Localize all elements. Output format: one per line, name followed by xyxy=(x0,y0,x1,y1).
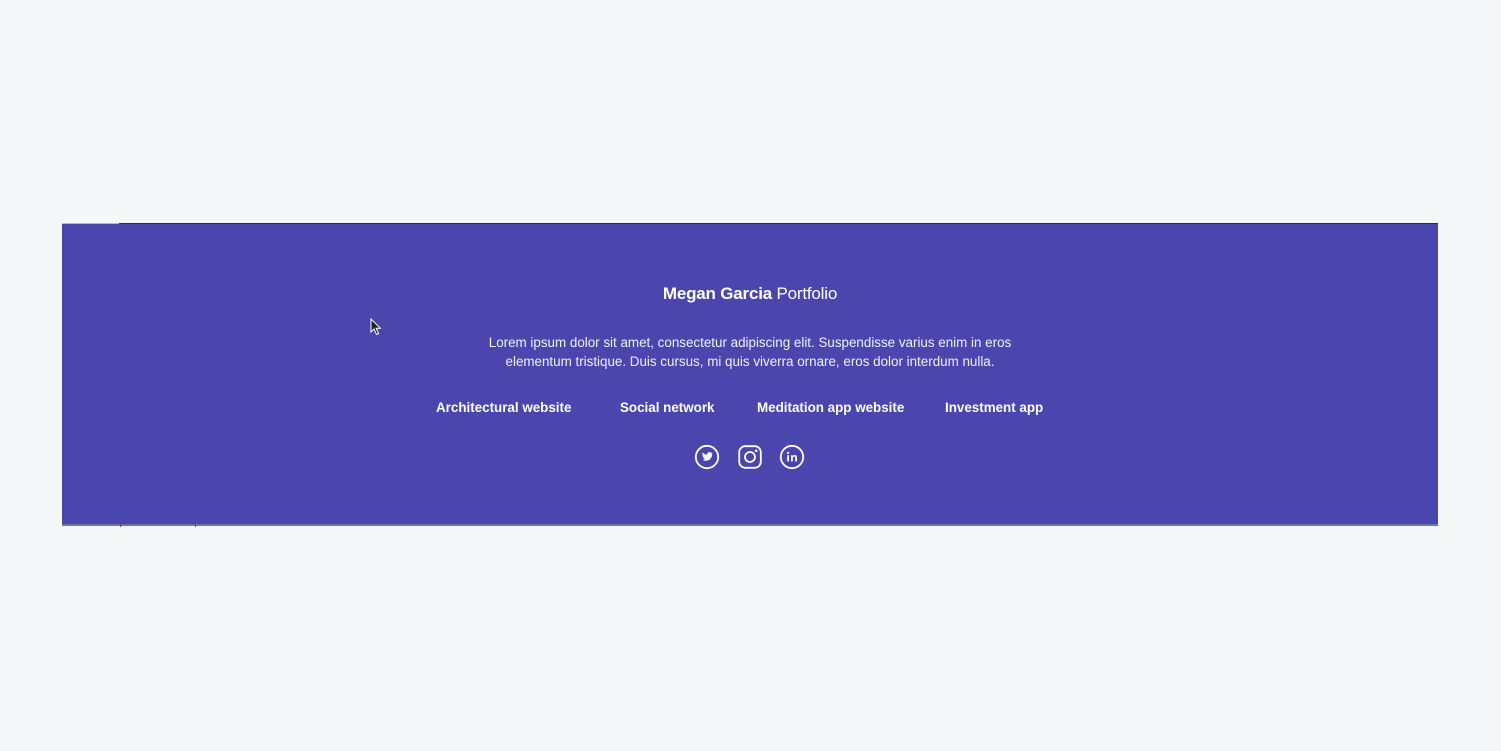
bottom-tick-mark xyxy=(195,524,196,527)
bottom-tick-mark xyxy=(120,524,121,527)
footer-description: Lorem ipsum dolor sit amet, consectetur … xyxy=(488,335,1012,369)
footer-link-architectural-website[interactable]: Architectural website xyxy=(436,398,571,418)
linkedin-icon xyxy=(779,444,805,470)
brand-name: Megan Garcia xyxy=(662,284,772,303)
footer-link-social-network[interactable]: Social network xyxy=(620,398,715,418)
twitter-link[interactable] xyxy=(694,444,720,470)
linkedin-link[interactable] xyxy=(779,444,805,470)
instagram-icon xyxy=(738,445,762,469)
brand-suffix: Portfolio xyxy=(776,284,838,303)
section-bottom-divider xyxy=(62,524,1438,526)
instagram-link[interactable] xyxy=(737,444,763,470)
mouse-cursor-icon xyxy=(370,318,382,336)
social-links xyxy=(62,444,1438,470)
site-footer: Megan Garcia Portfolio Lorem ipsum dolor… xyxy=(62,224,1438,524)
footer-brand[interactable]: Megan Garcia Portfolio xyxy=(62,283,1438,305)
footer-nav: Architectural website Social network Med… xyxy=(62,398,1438,418)
footer-link-investment-app[interactable]: Investment app xyxy=(945,398,1043,418)
twitter-icon xyxy=(694,444,720,470)
footer-link-meditation-app-website[interactable]: Meditation app website xyxy=(757,398,904,418)
